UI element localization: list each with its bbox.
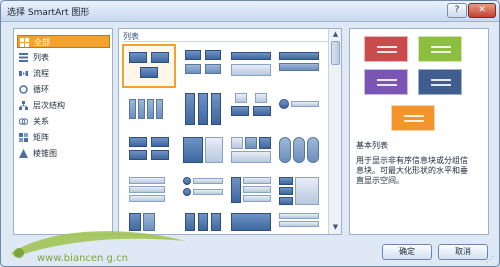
category-label: 列表 — [33, 53, 49, 62]
all-icon — [20, 38, 29, 47]
watermark-text: www.biancen g.cn — [37, 253, 128, 264]
scroll-thumb[interactable] — [331, 41, 340, 65]
category-cycle[interactable]: 循环 — [17, 83, 110, 96]
category-label: 棱锥图 — [33, 149, 57, 158]
scroll-up-arrow[interactable]: ▲ — [331, 30, 340, 39]
preview-block-purple — [364, 69, 408, 95]
scroll-down-arrow[interactable]: ▼ — [331, 223, 340, 232]
preview-block-green — [418, 36, 462, 62]
preview-block-blue — [418, 69, 462, 95]
category-list: 全部 列表 流程 循环 层次结构 关系 矩阵 棱锥图 — [13, 28, 113, 235]
layout-list-9[interactable] — [125, 133, 173, 171]
help-button[interactable]: ? — [447, 3, 467, 18]
preview-block-red — [364, 36, 408, 62]
layout-list-4[interactable] — [275, 47, 323, 85]
category-label: 全部 — [34, 38, 50, 47]
category-list-item[interactable]: 列表 — [17, 51, 110, 64]
preview-title: 基本列表 — [356, 141, 388, 150]
layout-list-20[interactable] — [275, 211, 323, 234]
close-button[interactable]: ✕ — [468, 3, 496, 18]
category-label: 矩阵 — [33, 133, 49, 142]
pyramid-icon — [19, 149, 28, 158]
cancel-button[interactable]: 取消 — [438, 244, 488, 260]
layout-list-7[interactable] — [227, 91, 275, 129]
category-all[interactable]: 全部 — [17, 35, 110, 48]
category-process[interactable]: 流程 — [17, 67, 110, 80]
preview-block-orange — [391, 105, 435, 131]
ok-button[interactable]: 确定 — [382, 244, 432, 260]
layout-list-6[interactable] — [179, 91, 227, 129]
layout-list-15[interactable] — [227, 173, 275, 211]
layout-list-19[interactable] — [227, 211, 275, 234]
layout-list-13[interactable] — [125, 173, 173, 211]
category-pyramid[interactable]: 棱锥图 — [17, 147, 110, 160]
matrix-icon — [19, 133, 28, 142]
layout-list-2[interactable] — [179, 47, 227, 85]
cycle-icon — [19, 85, 28, 94]
layout-list-10[interactable] — [179, 133, 227, 171]
layout-gallery: 列表 ▲ ▼ — [118, 28, 342, 235]
hierarchy-icon — [19, 101, 28, 110]
layout-list-12[interactable] — [275, 133, 323, 171]
preview-description: 用于显示非有序信息块或分组信息块。可最大化形状的水平和垂直显示空间。 — [356, 156, 468, 185]
list-icon — [19, 53, 28, 62]
layout-list-3[interactable] — [227, 47, 275, 85]
category-label: 循环 — [33, 85, 49, 94]
layout-list-8[interactable] — [275, 91, 323, 129]
category-label: 层次结构 — [33, 101, 65, 110]
process-icon — [19, 71, 28, 76]
gallery-divider — [123, 41, 329, 42]
category-relationship[interactable]: 关系 — [17, 115, 110, 128]
title-bar: 选择 SmartArt 图形 ? ✕ — [1, 1, 499, 22]
gallery-scrollbar[interactable]: ▲ ▼ — [328, 29, 341, 234]
layout-list-11[interactable] — [227, 133, 275, 171]
smartart-dialog: 选择 SmartArt 图形 ? ✕ 全部 列表 流程 循环 层次结构 关系 矩… — [0, 0, 500, 267]
layout-list-5[interactable] — [125, 91, 173, 129]
resize-grip-icon[interactable]: ⋰ — [486, 255, 496, 265]
layout-basic-list[interactable] — [122, 44, 176, 88]
layout-list-14[interactable] — [179, 173, 227, 211]
layout-list-16[interactable] — [275, 173, 323, 211]
category-label: 关系 — [33, 117, 49, 126]
preview-pane: 基本列表 用于显示非有序信息块或分组信息块。可最大化形状的水平和垂直显示空间。 — [349, 28, 489, 235]
relationship-icon — [19, 118, 28, 125]
category-label: 流程 — [33, 69, 49, 78]
category-hierarchy[interactable]: 层次结构 — [17, 99, 110, 112]
category-matrix[interactable]: 矩阵 — [17, 131, 110, 144]
window-title: 选择 SmartArt 图形 — [7, 8, 90, 18]
